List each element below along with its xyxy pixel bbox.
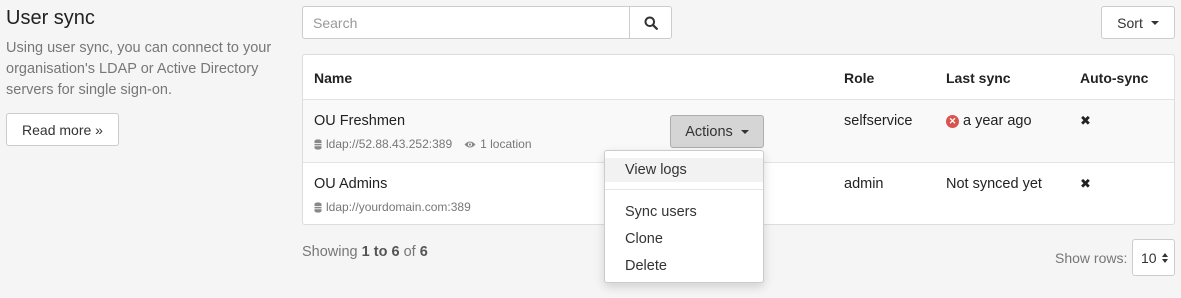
row-url: ldap://52.88.43.252:389 (326, 137, 453, 151)
eye-icon (464, 141, 476, 147)
sort-label: Sort (1117, 14, 1143, 31)
menu-item-clone[interactable]: Clone (605, 227, 763, 251)
pagination-range: 1 to 6 (361, 244, 400, 260)
row-name[interactable]: OU Freshmen (314, 113, 405, 129)
row-meta: ldap://yourdomain.com:389 (314, 200, 471, 214)
column-header-name[interactable]: Name (314, 70, 352, 86)
pagination-summary: Showing 1 to 6 of 6 (302, 244, 428, 260)
page-description: Using user sync, you can connect to your… (6, 40, 272, 98)
pagination-of: of (403, 244, 416, 260)
error-icon: ✕ (946, 114, 959, 128)
row-meta: ldap://52.88.43.252:389 1 location (314, 137, 532, 151)
sidebar: User sync Using user sync, you can conne… (6, 6, 286, 146)
actions-button[interactable]: Actions (670, 115, 764, 148)
row-name[interactable]: OU Admins (314, 176, 387, 192)
column-header-last-sync[interactable]: Last sync (946, 70, 1011, 86)
search-button[interactable] (629, 6, 672, 39)
actions-dropdown-menu: View logs Sync users Clone Delete (604, 150, 764, 283)
auto-sync-off-icon: ✖ (1080, 113, 1091, 128)
rows-per-page-value: 10 (1141, 249, 1157, 266)
row-role: selfservice (844, 113, 913, 129)
last-sync-text: a year ago (963, 113, 1032, 129)
menu-item-sync-users[interactable]: Sync users (605, 200, 763, 224)
caret-down-icon (1150, 20, 1159, 25)
menu-item-delete[interactable]: Delete (605, 254, 763, 278)
menu-item-view-logs[interactable]: View logs (605, 158, 763, 182)
row-locations: 1 location (480, 137, 532, 151)
database-icon (314, 138, 322, 150)
row-last-sync: ✕ a year ago (946, 113, 1032, 129)
rows-per-page-select[interactable]: 10 (1132, 239, 1175, 276)
search-icon (644, 16, 658, 30)
sort-button[interactable]: Sort (1101, 6, 1175, 39)
row-last-sync: Not synced yet (946, 176, 1042, 192)
select-arrows-icon (1161, 252, 1168, 263)
pagination-total: 6 (419, 244, 428, 260)
column-header-role[interactable]: Role (844, 70, 874, 86)
page-title: User sync (6, 7, 95, 29)
actions-label: Actions (685, 123, 733, 140)
auto-sync-off-icon: ✖ (1080, 176, 1091, 191)
search-bar (302, 6, 672, 39)
database-icon (314, 201, 322, 213)
menu-divider (605, 189, 763, 190)
row-url: ldap://yourdomain.com:389 (326, 200, 471, 214)
show-rows-label: Show rows: (1055, 250, 1128, 266)
pagination-prefix: Showing (302, 244, 358, 260)
table-header: Name Role Last sync Auto-sync (303, 55, 1174, 99)
column-header-auto-sync[interactable]: Auto-sync (1080, 70, 1148, 86)
caret-down-icon (740, 129, 749, 134)
search-input[interactable] (302, 6, 629, 39)
row-role: admin (844, 176, 884, 192)
read-more-button[interactable]: Read more » (6, 113, 119, 146)
